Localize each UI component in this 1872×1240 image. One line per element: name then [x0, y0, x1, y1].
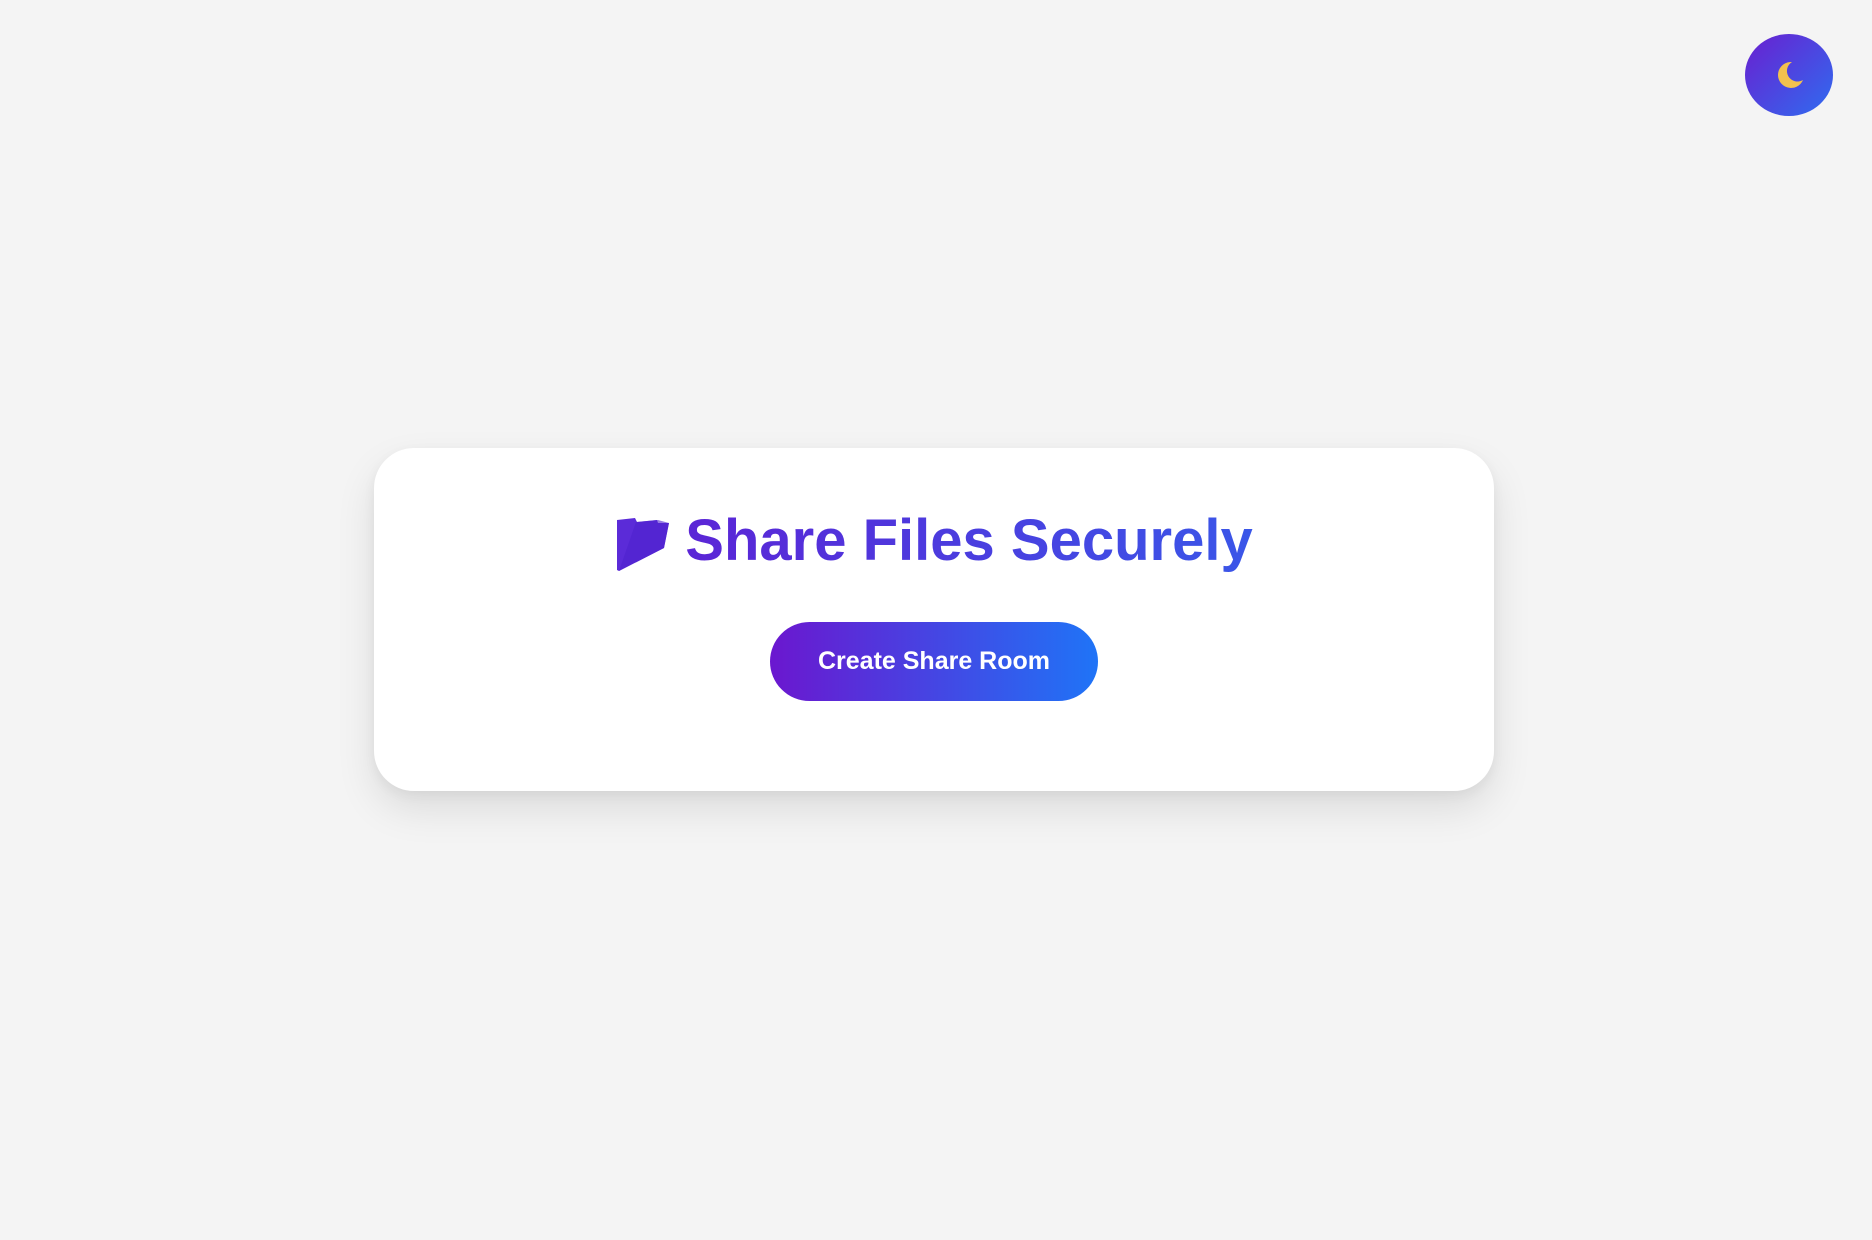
page-title: Share Files Securely [685, 512, 1252, 576]
theme-toggle-button[interactable] [1745, 34, 1833, 116]
folder-icon [615, 517, 671, 571]
share-card: Share Files Securely Create Share Room [374, 448, 1494, 791]
moon-icon [1772, 58, 1806, 92]
create-share-room-button[interactable]: Create Share Room [770, 622, 1098, 701]
page: Share Files Securely Create Share Room [0, 0, 1872, 1240]
title-row: Share Files Securely [374, 512, 1494, 576]
